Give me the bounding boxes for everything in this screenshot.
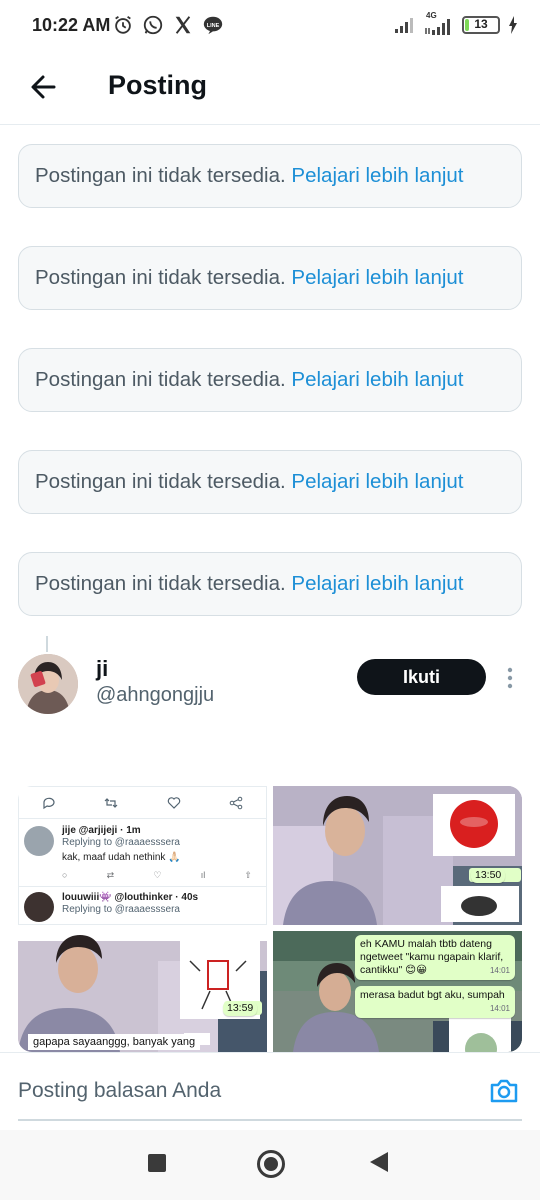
app-header: Posting xyxy=(0,52,540,125)
message-time: 13:59 xyxy=(223,1001,258,1016)
chat-message: eh KAMU malah tbtb dateng ngetweet "kamu… xyxy=(360,938,504,976)
reply-composer: Posting balasan Anda xyxy=(0,1052,540,1131)
system-icons: 4G 13 xyxy=(394,11,518,36)
unavailable-post-notice: Postingan ini tidak tersedia. Pelajari l… xyxy=(18,450,522,514)
notice-message: Postingan ini tidak tersedia. xyxy=(35,266,286,289)
message-time: 14:01 xyxy=(489,966,510,975)
retweet-icon xyxy=(104,798,118,808)
media-image[interactable]: jije @arjijeji · 1m Replying to @raaaess… xyxy=(18,786,267,925)
reply-avatar xyxy=(24,826,54,856)
media-image[interactable]: 13:50 xyxy=(273,786,522,925)
unavailable-post-notice: Postingan ini tidak tersedia. Pelajari l… xyxy=(18,552,522,616)
learn-more-link[interactable]: Pelajari lebih lanjut xyxy=(291,368,463,391)
learn-more-link[interactable]: Pelajari lebih lanjut xyxy=(291,266,463,289)
chat-message: merasa badut bgt aku, sumpah xyxy=(360,989,505,1001)
learn-more-link[interactable]: Pelajari lebih lanjut xyxy=(291,164,463,187)
reply-to: Replying to @raaaesssera xyxy=(62,837,180,848)
notice-text: Postingan ini tidak tersedia. Pelajari l… xyxy=(35,572,464,596)
message-time: 13:50 xyxy=(471,868,506,883)
reply-author: louuwiii👾 @louthinker · 40s xyxy=(62,892,199,903)
home-icon[interactable] xyxy=(257,1150,285,1178)
signal-4g-icon: 4G xyxy=(424,11,454,36)
author-handle[interactable]: @ahngongjju xyxy=(96,684,214,707)
caption-text: gapapa sayaanggg, banyak yang xyxy=(28,1034,201,1050)
reply-avatar xyxy=(24,892,54,922)
chat-bubble: merasa badut bgt aku, sumpah 14:01 xyxy=(355,986,515,1018)
reply-input[interactable]: Posting balasan Anda xyxy=(18,1079,221,1103)
unavailable-post-notice: Postingan ini tidak tersedia. Pelajari l… xyxy=(18,246,522,310)
more-vertical-icon[interactable] xyxy=(500,664,520,692)
recent-apps-icon[interactable] xyxy=(148,1154,166,1172)
notice-message: Postingan ini tidak tersedia. xyxy=(35,164,286,187)
notice-text: Postingan ini tidak tersedia. Pelajari l… xyxy=(35,266,464,290)
thread-connector xyxy=(46,636,48,652)
author-name[interactable]: ji xyxy=(96,656,108,682)
photo xyxy=(273,786,522,925)
learn-more-link[interactable]: Pelajari lebih lanjut xyxy=(291,470,463,493)
page-title: Posting xyxy=(108,70,207,100)
system-nav-bar xyxy=(0,1130,540,1200)
notice-message: Postingan ini tidak tersedia. xyxy=(35,470,286,493)
camera-icon[interactable] xyxy=(488,1075,520,1107)
tweet-action-row xyxy=(18,796,267,810)
back-icon[interactable] xyxy=(370,1152,388,1172)
whatsapp-icon xyxy=(143,15,163,35)
media-image[interactable]: eh KAMU malah tbtb dateng ngetweet "kamu… xyxy=(273,931,522,1052)
mini-action-row: ○ ⇄ ♡ ıl ⇧ xyxy=(62,870,252,880)
like-icon xyxy=(167,797,180,809)
notice-text: Postingan ini tidak tersedia. Pelajari l… xyxy=(35,164,464,188)
reply-text: kak, maaf udah nethink 🙏🏻 xyxy=(62,852,181,863)
follow-button[interactable]: Ikuti xyxy=(357,659,486,695)
chat-bubble: eh KAMU malah tbtb dateng ngetweet "kamu… xyxy=(355,935,515,980)
svg-text:LINE: LINE xyxy=(207,23,220,29)
reply-author: jije @arjijeji · 1m xyxy=(62,825,141,836)
x-icon xyxy=(175,16,191,34)
charging-icon xyxy=(509,16,517,34)
unavailable-post-notice: Postingan ini tidak tersedia. Pelajari l… xyxy=(18,348,522,412)
line-icon: LINE xyxy=(203,16,223,35)
signal-icon xyxy=(395,18,413,33)
back-arrow-icon[interactable] xyxy=(24,67,64,107)
reply-underline xyxy=(18,1119,522,1121)
notification-icons: LINE xyxy=(112,14,224,36)
reply-icon xyxy=(43,797,55,810)
status-bar: 10:22 AM LINE 4G 13 xyxy=(0,0,540,52)
reply-to: Replying to @raaaesssera xyxy=(62,904,180,915)
alarm-icon xyxy=(115,15,131,34)
share-icon xyxy=(229,796,243,810)
media-grid: jije @arjijeji · 1m Replying to @raaaess… xyxy=(18,786,522,1052)
notice-message: Postingan ini tidak tersedia. xyxy=(35,368,286,391)
notice-text: Postingan ini tidak tersedia. Pelajari l… xyxy=(35,470,464,494)
avatar[interactable] xyxy=(18,654,78,714)
message-time: 14:01 xyxy=(489,1004,510,1013)
battery-level: 13 xyxy=(474,17,488,31)
notice-text: Postingan ini tidak tersedia. Pelajari l… xyxy=(35,368,464,392)
status-time: 10:22 AM xyxy=(32,15,111,35)
media-image[interactable]: 13:59 gapapa sayaanggg, banyak yang xyxy=(18,931,267,1052)
notice-message: Postingan ini tidak tersedia. xyxy=(35,572,286,595)
learn-more-link[interactable]: Pelajari lebih lanjut xyxy=(291,572,463,595)
battery-icon: 13 xyxy=(462,16,500,34)
unavailable-post-notice: Postingan ini tidak tersedia. Pelajari l… xyxy=(18,144,522,208)
